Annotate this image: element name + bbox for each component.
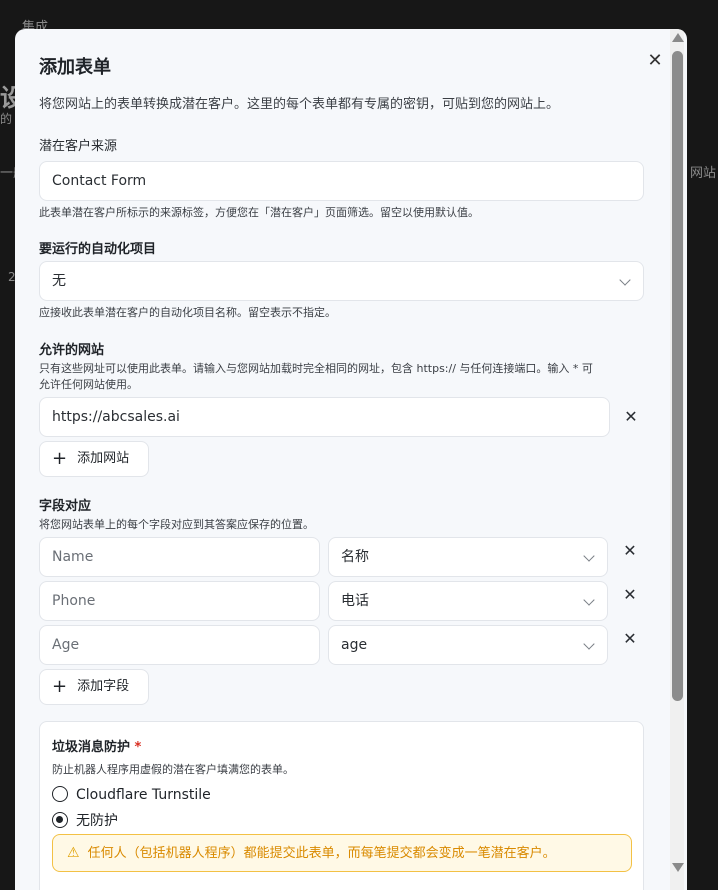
- modal-title: 添加表单: [39, 57, 111, 78]
- spam-protection-label: 垃圾消息防护 *: [52, 736, 141, 755]
- remove-site-icon[interactable]: ✕: [623, 409, 639, 425]
- lead-source-input[interactable]: Contact Form: [39, 161, 644, 201]
- automation-hint: 应接收此表单潜在客户的自动化项目名称。留空表示不指定。: [39, 306, 336, 319]
- chevron-down-icon: [583, 550, 595, 562]
- field-mapping-label: 字段对应: [39, 499, 92, 514]
- scrollbar-thumb[interactable]: [672, 51, 683, 701]
- radio-button-selected[interactable]: [52, 812, 68, 828]
- add-field-label: 添加字段: [77, 679, 130, 694]
- mapping-target-age[interactable]: age: [328, 625, 608, 665]
- automation-select[interactable]: 无: [39, 261, 644, 301]
- radio-button[interactable]: [52, 786, 68, 802]
- background-tab-right: 网站: [690, 166, 717, 181]
- mapping-target-value: 名称: [341, 549, 369, 565]
- lead-source-label: 潜在客户来源: [39, 139, 118, 154]
- mapping-target-value: age: [341, 637, 368, 653]
- allowed-sites-hint-line2: 允许任何网站使用。: [39, 378, 138, 391]
- radio-label: Cloudflare Turnstile: [76, 787, 211, 803]
- plus-icon: +: [52, 676, 68, 697]
- add-site-button[interactable]: + 添加网站: [39, 441, 149, 477]
- required-mark: *: [134, 740, 142, 755]
- scroll-down-icon[interactable]: [672, 863, 684, 872]
- warning-icon: ⚠: [67, 845, 80, 861]
- mapping-target-value: 电话: [341, 593, 369, 609]
- chevron-down-icon: [583, 594, 595, 606]
- mapping-target-name[interactable]: 名称: [328, 537, 608, 577]
- radio-option-none[interactable]: 无防护: [52, 810, 118, 830]
- remove-mapping-icon[interactable]: ✕: [622, 587, 638, 603]
- field-mapping-hint: 将您网站表单上的每个字段对应到其答案应保存的位置。: [39, 518, 314, 531]
- mapping-source-name[interactable]: Name: [39, 537, 320, 577]
- remove-mapping-icon[interactable]: ✕: [622, 631, 638, 647]
- modal-body: 添加表单 将您网站上的表单转换成潜在客户。这里的每个表单都有专属的密钥，可贴到您…: [39, 29, 644, 890]
- spam-protection-hint: 防止机器人程序用虚假的潜在客户填满您的表单。: [52, 763, 294, 776]
- spam-protection-label-text: 垃圾消息防护: [52, 740, 131, 755]
- modal-description: 将您网站上的表单转换成潜在客户。这里的每个表单都有专属的密钥，可贴到您的网站上。: [39, 97, 560, 112]
- add-site-label: 添加网站: [77, 451, 130, 466]
- automation-label: 要运行的自动化项目: [39, 242, 157, 257]
- automation-select-value: 无: [52, 273, 66, 289]
- mapping-source-phone[interactable]: Phone: [39, 581, 320, 621]
- lead-source-hint: 此表单潜在客户所标示的来源标签，方便您在「潜在客户」页面筛选。留空以使用默认值。: [39, 206, 479, 219]
- scroll-up-icon[interactable]: [672, 33, 684, 42]
- chevron-down-icon: [619, 274, 631, 286]
- mapping-source-age[interactable]: Age: [39, 625, 320, 665]
- background-subtitle: 的: [0, 112, 13, 126]
- spam-protection-section: 垃圾消息防护 * 防止机器人程序用虚假的潜在客户填满您的表单。 Cloudfla…: [39, 721, 644, 890]
- add-form-modal: 添加表单 将您网站上的表单转换成潜在客户。这里的每个表单都有专属的密钥，可贴到您…: [15, 29, 687, 890]
- plus-icon: +: [52, 448, 68, 469]
- mapping-target-phone[interactable]: 电话: [328, 581, 608, 621]
- close-icon[interactable]: ✕: [645, 51, 665, 71]
- warning-text: 任何人（包括机器人程序）都能提交此表单，而每笔提交都会变成一笔潜在客户。: [87, 846, 556, 861]
- allowed-site-input[interactable]: https://abcsales.ai: [39, 397, 610, 437]
- no-protection-warning: ⚠ 任何人（包括机器人程序）都能提交此表单，而每笔提交都会变成一笔潜在客户。: [52, 834, 632, 872]
- add-field-button[interactable]: + 添加字段: [39, 669, 149, 705]
- allowed-sites-label: 允许的网站: [39, 343, 105, 358]
- chevron-down-icon: [583, 638, 595, 650]
- allowed-sites-hint-line1: 只有这些网址可以使用此表单。请输入与您网站加载时完全相同的网址，包含 https…: [39, 362, 593, 375]
- radio-label: 无防护: [76, 813, 118, 829]
- remove-mapping-icon[interactable]: ✕: [622, 543, 638, 559]
- radio-option-turnstile[interactable]: Cloudflare Turnstile: [52, 786, 211, 803]
